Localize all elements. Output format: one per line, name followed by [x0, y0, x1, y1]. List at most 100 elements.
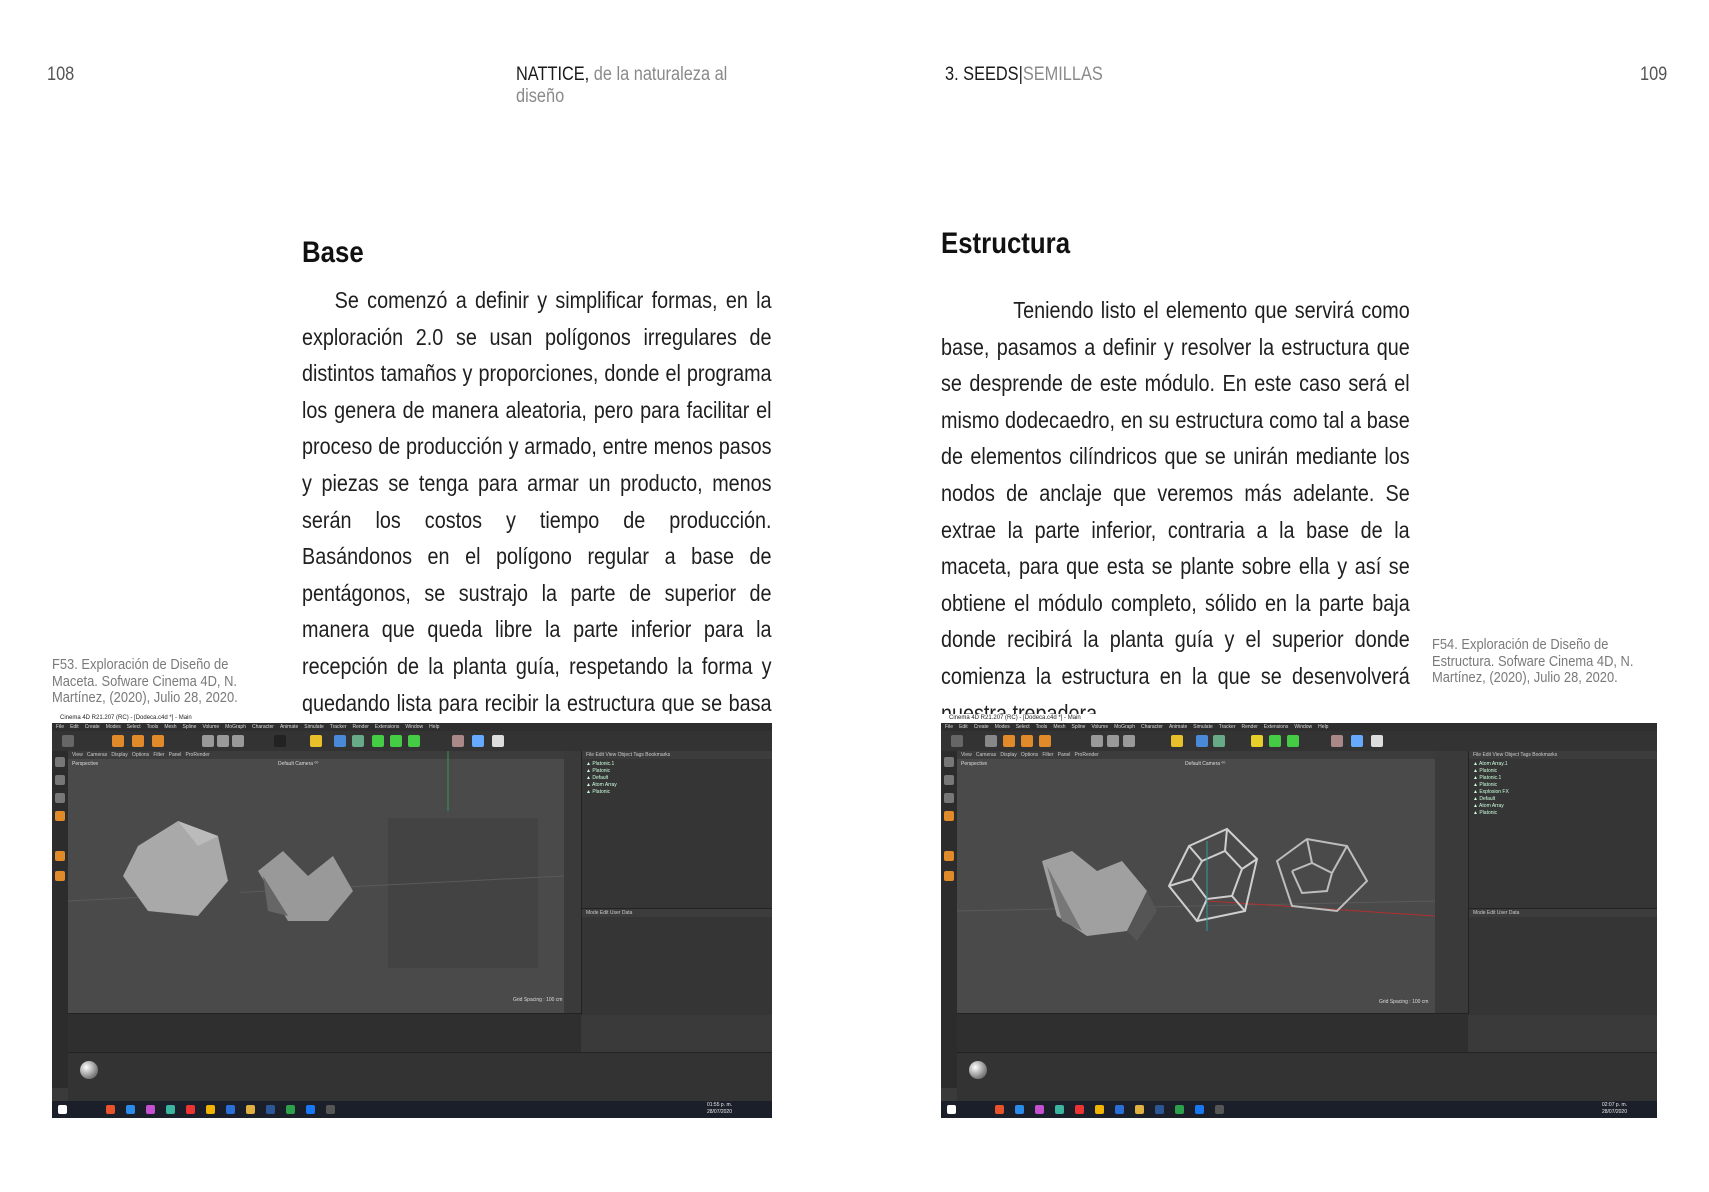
tag-icon [452, 735, 464, 747]
menu-item[interactable]: Select [127, 724, 141, 730]
menu-item[interactable]: Modes [106, 724, 121, 730]
mode-sidebar [52, 751, 68, 1088]
body-text-base: Se comenzó a definir y simplificar forma… [302, 282, 772, 714]
object-item[interactable]: ▲ Platonic.1 [1473, 775, 1501, 781]
menu-item[interactable]: File [945, 724, 953, 730]
cube-icon [334, 735, 346, 747]
menu-item[interactable]: Simulate [304, 724, 323, 730]
object-item[interactable]: ▲ Atom Array [1473, 803, 1504, 809]
menu-item[interactable]: Help [429, 724, 439, 730]
object-item[interactable]: ▲ Platonic [1473, 768, 1497, 774]
x-axis-icon [202, 735, 214, 747]
object-item[interactable]: ▲ Atom Array [586, 782, 617, 788]
menu-item[interactable]: Render [1242, 724, 1258, 730]
menu-item[interactable]: Simulate [1193, 724, 1212, 730]
y-axis-icon [217, 735, 229, 747]
menu-item[interactable]: Window [1294, 724, 1312, 730]
menu-item[interactable]: Help [1318, 724, 1328, 730]
snap-icon [55, 851, 65, 861]
menu-item[interactable]: Extensions [375, 724, 399, 730]
menu-item[interactable]: Animate [280, 724, 298, 730]
running-header-left: NATTICE, de la naturaleza al diseño [516, 64, 740, 108]
menu-item[interactable]: Create [85, 724, 100, 730]
object-manager: File Edit View Object Tags Bookmarks ▲ P… [581, 751, 772, 926]
object-item[interactable]: ▲ Platonic.1 [586, 761, 614, 767]
viewport-perspective[interactable]: View Cameras Display Options Filter Pane… [68, 751, 564, 1013]
object-item[interactable]: ▲ Platonic [586, 789, 610, 795]
object-item[interactable]: ▲ Default [586, 775, 608, 781]
object-item[interactable]: ▲ Default [1473, 796, 1495, 802]
dodecahedron-models: Grid Spacing : 100 cm [68, 751, 564, 1003]
messenger-icon [1195, 1105, 1204, 1114]
menu-item[interactable]: Select [1016, 724, 1030, 730]
generator-icon [1251, 735, 1263, 747]
app-icon [995, 1105, 1004, 1114]
windows-start-icon [947, 1105, 956, 1114]
whatsapp-icon [1175, 1105, 1184, 1114]
timeline[interactable] [957, 1013, 1468, 1054]
menu-item[interactable]: Edit [959, 724, 968, 730]
object-item[interactable]: ▲ Platonic [1473, 782, 1497, 788]
deformer-icon [390, 735, 402, 747]
menu-item[interactable]: Window [405, 724, 423, 730]
menu-item[interactable]: Tracker [1219, 724, 1236, 730]
structure-wireframe [1275, 837, 1369, 913]
menu-item[interactable]: Tools [147, 724, 159, 730]
menu-item[interactable]: MoGraph [1114, 724, 1135, 730]
chrome-icon [1095, 1105, 1104, 1114]
menu-item[interactable]: Volume [202, 724, 219, 730]
object-item[interactable]: ▲ Atom Array.1 [1473, 761, 1508, 767]
object-item[interactable]: ▲ Explosion FX [1473, 789, 1509, 795]
word-icon [266, 1105, 275, 1114]
menu-item[interactable]: Spline [183, 724, 197, 730]
edges-mode-icon [55, 793, 65, 803]
toolbar [941, 731, 1657, 751]
mode-sidebar [941, 751, 957, 1088]
menu-item[interactable]: Animate [1169, 724, 1187, 730]
viewport-perspective[interactable]: View Cameras Display Options Filter Pane… [957, 751, 1435, 1013]
y-axis-icon [1107, 735, 1119, 747]
menu-item[interactable]: Character [1141, 724, 1163, 730]
window-title: Cinema 4D R21.207 (RC) - [Dodeca.c4d *] … [52, 714, 772, 723]
attribute-manager: Mode Edit User Data [1468, 908, 1657, 1015]
menu-item[interactable]: Edit [70, 724, 79, 730]
chrome-icon [206, 1105, 215, 1114]
paragraph: Se comenzó a definir y simplificar forma… [302, 287, 772, 714]
menu-item[interactable]: Tracker [330, 724, 347, 730]
timeline[interactable] [68, 1013, 581, 1054]
render-settings-icon [1171, 735, 1183, 747]
folder-icon [1135, 1105, 1144, 1114]
light-icon [1371, 735, 1383, 747]
app-icon [226, 1105, 235, 1114]
menu-item[interactable]: Modes [995, 724, 1010, 730]
menu-item[interactable]: Spline [1072, 724, 1086, 730]
x-axis-icon [1091, 735, 1103, 747]
deformer-icon [1269, 735, 1281, 747]
app-icon [106, 1105, 115, 1114]
windows-taskbar: 01:55 p. m. 28/07/2020 [52, 1101, 772, 1118]
menu-item[interactable]: Render [353, 724, 369, 730]
section-heading-base: Base [302, 236, 364, 269]
toolbar [52, 731, 772, 751]
z-axis-icon [232, 735, 244, 747]
menu-item[interactable]: Mesh [164, 724, 176, 730]
menu-item[interactable]: MoGraph [225, 724, 246, 730]
menu-item[interactable]: Tools [1036, 724, 1048, 730]
menu-item[interactable]: File [56, 724, 64, 730]
move-icon [1003, 735, 1015, 747]
object-item[interactable]: ▲ Platonic [586, 768, 610, 774]
menu-item[interactable]: Mesh [1053, 724, 1065, 730]
object-item[interactable]: ▲ Platonic [1473, 810, 1497, 816]
menu-item[interactable]: Create [974, 724, 989, 730]
mograph-icon [408, 735, 420, 747]
menu-item[interactable]: Character [252, 724, 274, 730]
model-mode-icon [944, 757, 954, 767]
menu-item[interactable]: Extensions [1264, 724, 1288, 730]
section-heading-estructura: Estructura [941, 227, 1071, 260]
word-icon [1155, 1105, 1164, 1114]
snap-icon [944, 851, 954, 861]
book-title: NATTICE, [516, 64, 590, 85]
whatsapp-icon [286, 1105, 295, 1114]
scale-icon [1021, 735, 1033, 747]
menu-item[interactable]: Volume [1091, 724, 1108, 730]
